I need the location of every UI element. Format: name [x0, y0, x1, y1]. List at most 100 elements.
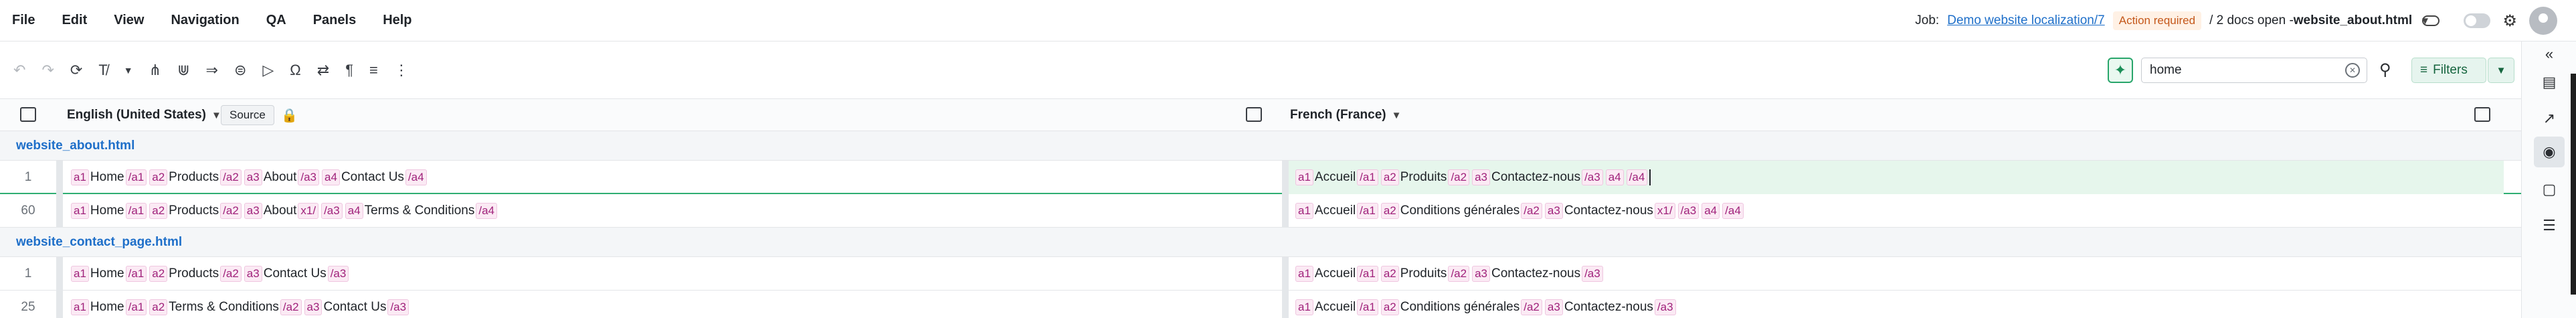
inline-tag[interactable]: /a1 — [1357, 169, 1378, 185]
refresh-icon[interactable]: ⟳ — [70, 62, 82, 79]
translate-icon[interactable]: ⇄ — [317, 62, 329, 79]
inline-tag[interactable]: a2 — [1380, 266, 1399, 282]
inline-tag[interactable]: /a3 — [327, 266, 349, 282]
ai-assist-button[interactable]: ✦ — [2108, 58, 2133, 83]
inline-tag[interactable]: /a4 — [476, 203, 497, 219]
inline-tag[interactable]: a1 — [1295, 169, 1313, 185]
merge-icon[interactable]: ⋔ — [149, 62, 161, 79]
pilcrow-icon[interactable]: ¶ — [345, 62, 353, 79]
gear-icon[interactable]: ⚙ — [2502, 11, 2517, 31]
inline-tag[interactable]: a1 — [1295, 203, 1313, 219]
chart-icon[interactable]: ↗ — [2541, 110, 2558, 127]
inline-tag[interactable]: a1 — [71, 203, 89, 219]
inline-tag[interactable]: /a3 — [1654, 299, 1676, 315]
clear-format-icon[interactable]: T̸ — [98, 62, 107, 79]
segment-row[interactable]: 1 a1 Home/a1 a2 Products/a2 a3 Contact Us/a3 a1… — [0, 257, 2521, 291]
inline-tag[interactable]: a3 — [1544, 299, 1563, 315]
inline-tag[interactable]: a2 — [1380, 169, 1399, 185]
redo-icon[interactable]: ↷ — [41, 62, 54, 79]
inline-tag[interactable]: /a4 — [1722, 203, 1744, 219]
inline-tag[interactable]: /a2 — [280, 299, 302, 315]
segment-row[interactable]: 25 a1 Home/a1 a2 Terms & Conditions/a2 a3 Cont… — [0, 291, 2521, 318]
inline-tag[interactable]: a4 — [345, 203, 363, 219]
special-char-icon[interactable]: Ω — [290, 62, 300, 79]
inline-tag[interactable]: a1 — [71, 169, 89, 185]
file-header[interactable]: website_about.html — [0, 131, 2521, 161]
inline-tag[interactable]: /a3 — [1582, 169, 1603, 185]
inline-tag[interactable]: /a3 — [1677, 203, 1699, 219]
inline-tag[interactable]: /a3 — [321, 203, 343, 219]
inline-tag[interactable]: /a3 — [298, 169, 320, 185]
comments-icon[interactable]: ▢ — [2541, 181, 2558, 198]
column-settings-icon[interactable] — [20, 107, 36, 122]
inline-tag[interactable]: /a1 — [1357, 203, 1378, 219]
menu-help[interactable]: Help — [383, 13, 411, 28]
clear-search-icon[interactable]: ✕ — [2345, 63, 2360, 78]
inline-tag[interactable]: /a2 — [1521, 203, 1542, 219]
inline-tag[interactable]: a3 — [244, 266, 262, 282]
notes-icon[interactable]: ▤ — [2541, 74, 2558, 91]
menu-file[interactable]: File — [12, 13, 35, 28]
filters-dropdown-button[interactable]: ▼ — [2488, 58, 2514, 83]
more-icon[interactable]: ⋮ — [394, 62, 409, 79]
inline-tag[interactable]: a3 — [244, 203, 262, 219]
target-segment[interactable]: a1 Accueil/a1 a2 Produits/a2 a3 Contactez-nou… — [1294, 257, 1604, 291]
inline-tag[interactable]: a2 — [1380, 203, 1399, 219]
insert-tag-icon[interactable]: ⊜ — [234, 62, 246, 79]
inline-tag[interactable]: /a1 — [125, 203, 147, 219]
inline-tag[interactable]: /a2 — [1448, 169, 1470, 185]
segment-row[interactable]: 60 a1 Home/a1 a2 Products/a2 a3 About x1//a3 a4 T… — [0, 194, 2521, 228]
inline-tag[interactable]: /a1 — [125, 266, 147, 282]
inline-tag[interactable]: /a2 — [220, 169, 242, 185]
inline-tag[interactable]: x1/ — [1654, 203, 1675, 219]
inline-tag[interactable]: a1 — [1295, 299, 1313, 315]
format-icon[interactable]: ≡ — [369, 62, 378, 79]
lock-icon[interactable]: 🔒 — [281, 107, 298, 124]
inline-tag[interactable]: a3 — [1544, 203, 1563, 219]
target-language-selector[interactable]: French (France) ▼ — [1290, 99, 1401, 131]
inline-tag[interactable]: a1 — [1295, 266, 1313, 282]
inline-tag[interactable]: /a3 — [387, 299, 409, 315]
inline-tag[interactable]: a2 — [1380, 299, 1399, 315]
menu-view[interactable]: View — [114, 13, 144, 28]
inline-tag[interactable]: a3 — [304, 299, 323, 315]
inline-tag[interactable]: /a2 — [220, 266, 242, 282]
segment-row[interactable]: 1 a1 Home/a1 a2 Products/a2 a3 About/a3 a4 Conta… — [0, 161, 2521, 194]
filters-button[interactable]: ≡ Filters — [2411, 58, 2486, 83]
inline-tag[interactable]: /a1 — [125, 169, 147, 185]
inline-tag[interactable]: x1/ — [298, 203, 319, 219]
menu-qa[interactable]: QA — [266, 13, 286, 28]
inline-tag[interactable]: a1 — [71, 266, 89, 282]
search-icon[interactable]: ⚲ — [2379, 60, 2391, 80]
scrollbar[interactable] — [2571, 74, 2576, 295]
inline-tag[interactable]: /a1 — [1357, 266, 1378, 282]
job-link[interactable]: Demo website localization/7 — [1947, 13, 2105, 28]
qa-icon[interactable]: ◉ — [2534, 137, 2565, 167]
source-language-selector[interactable]: English (United States) ▼ — [67, 99, 221, 131]
menu-navigation[interactable]: Navigation — [171, 13, 239, 28]
inline-tag[interactable]: a1 — [71, 299, 89, 315]
inline-tag[interactable]: a2 — [149, 299, 168, 315]
menu-edit[interactable]: Edit — [62, 13, 87, 28]
target-segment[interactable]: a1 Accueil/a1 a2 Produits/a2 a3 Contactez-nou… — [1294, 161, 1651, 194]
docs-open-selector[interactable]: / 2 docs open -website_about.html — [2209, 13, 2412, 28]
collapse-icon[interactable]: « — [2541, 46, 2558, 63]
chevron-down-icon[interactable]: ▼ — [124, 65, 133, 76]
copy-source-icon[interactable]: ⇒ — [206, 62, 218, 79]
inline-tag[interactable]: a2 — [149, 266, 168, 282]
checklist-icon[interactable]: ☰ — [2541, 217, 2558, 234]
inline-tag[interactable]: /a2 — [1521, 299, 1542, 315]
inline-tag[interactable]: a4 — [322, 169, 340, 185]
inline-tag[interactable]: /a3 — [1582, 266, 1603, 282]
search-input[interactable]: home ✕ — [2141, 58, 2367, 83]
inline-tag[interactable]: a3 — [244, 169, 262, 185]
inline-tag[interactable]: a2 — [149, 169, 168, 185]
file-header[interactable]: website_contact_page.html — [0, 228, 2521, 257]
inline-tag[interactable]: a4 — [1605, 169, 1624, 185]
target-segment[interactable]: a1 Accueil/a1 a2 Conditions générales/a2 a3 C… — [1294, 194, 1745, 228]
inline-tag[interactable]: /a4 — [1626, 169, 1648, 185]
split-icon[interactable]: ⋓ — [177, 62, 189, 79]
menu-panels[interactable]: Panels — [313, 13, 356, 28]
inline-tag[interactable]: a2 — [149, 203, 168, 219]
avatar[interactable] — [2529, 7, 2557, 35]
